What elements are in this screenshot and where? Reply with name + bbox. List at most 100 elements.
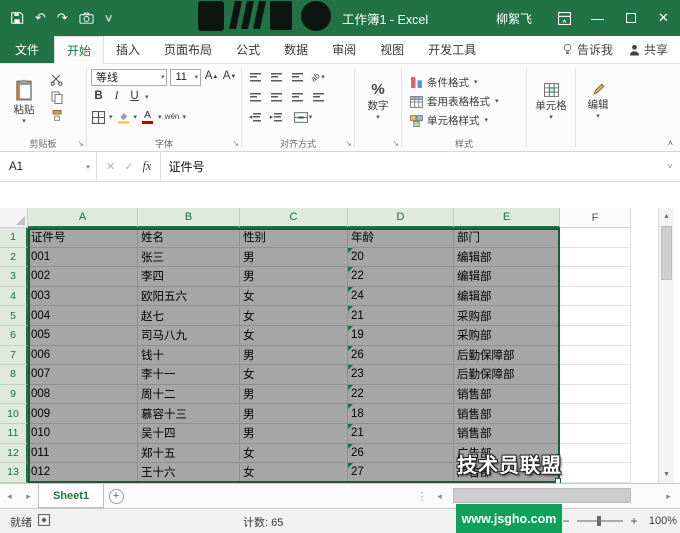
font-name-combo[interactable]: 等线▾ <box>91 69 167 86</box>
cell[interactable] <box>560 444 631 464</box>
wrap-text-icon[interactable] <box>309 89 327 105</box>
cell[interactable] <box>560 267 631 287</box>
cell[interactable] <box>560 463 631 483</box>
cell[interactable]: 钱十 <box>138 346 240 366</box>
ribbon-tab[interactable]: 公式 <box>224 36 272 63</box>
format-as-table-button[interactable]: 套用表格格式▾ <box>405 92 523 111</box>
row-header[interactable]: 2 <box>0 248 28 268</box>
cell[interactable] <box>560 248 631 268</box>
cell-styles-button[interactable]: 单元格样式▾ <box>405 111 523 130</box>
cell[interactable]: 005 <box>28 326 138 346</box>
cell[interactable]: 后勤保障部 <box>454 346 560 366</box>
orientation-icon[interactable]: ab▾ <box>309 69 327 85</box>
cell[interactable]: 郑十五 <box>138 444 240 464</box>
cell[interactable]: 男 <box>240 346 348 366</box>
cell[interactable]: 销售部 <box>454 385 560 405</box>
cell[interactable]: 周十二 <box>138 385 240 405</box>
cell[interactable]: 销售部 <box>454 404 560 424</box>
next-sheet-icon[interactable]: ▸ <box>19 484 38 508</box>
row-header[interactable]: 7 <box>0 346 28 366</box>
scroll-down-icon[interactable]: ▼ <box>659 467 674 482</box>
row-header[interactable]: 12 <box>0 444 28 464</box>
cell[interactable] <box>560 228 631 248</box>
row-header[interactable]: 5 <box>0 306 28 326</box>
cell[interactable]: 21 <box>348 424 454 444</box>
row-header[interactable]: 4 <box>0 287 28 307</box>
cell[interactable]: 慕容十三 <box>138 404 240 424</box>
align-right-icon[interactable] <box>288 89 306 105</box>
cell[interactable] <box>560 385 631 405</box>
save-icon[interactable] <box>10 11 24 25</box>
cell[interactable]: 男 <box>240 385 348 405</box>
column-header[interactable]: B <box>138 208 240 228</box>
cell[interactable]: 女 <box>240 365 348 385</box>
ribbon-tab[interactable]: 页面布局 <box>152 36 224 63</box>
ribbon-tab[interactable]: 插入 <box>104 36 152 63</box>
row-header[interactable]: 11 <box>0 424 28 444</box>
cell[interactable]: 21 <box>348 306 454 326</box>
macro-record-icon[interactable] <box>38 514 50 529</box>
share-button[interactable]: 共享 <box>629 41 668 58</box>
ribbon-tab[interactable]: 开始 <box>54 36 104 64</box>
font-color-icon[interactable]: A <box>140 110 155 125</box>
cell[interactable]: 王十六 <box>138 463 240 483</box>
cell[interactable]: 23 <box>348 365 454 385</box>
underline-button[interactable]: U <box>127 90 142 105</box>
align-center-icon[interactable] <box>267 89 285 105</box>
paste-button[interactable]: 粘贴 ▾ <box>3 67 45 136</box>
new-sheet-button[interactable]: + <box>104 484 128 508</box>
cell[interactable]: 男 <box>240 248 348 268</box>
zoom-level[interactable]: 100% <box>645 515 677 527</box>
cell[interactable] <box>560 287 631 307</box>
cell[interactable]: 女 <box>240 326 348 346</box>
cell[interactable]: 部门 <box>454 228 560 248</box>
cell[interactable]: 年龄 <box>348 228 454 248</box>
cell[interactable]: 001 <box>28 248 138 268</box>
ribbon-tab[interactable]: 视图 <box>368 36 416 63</box>
column-header[interactable]: C <box>240 208 348 228</box>
cell[interactable]: 女 <box>240 306 348 326</box>
font-size-combo[interactable]: 11▾ <box>170 69 201 86</box>
ribbon-tab[interactable]: 数据 <box>272 36 320 63</box>
italic-button[interactable]: I <box>109 90 124 105</box>
column-header[interactable]: E <box>454 208 560 228</box>
scroll-up-icon[interactable]: ▲ <box>659 209 674 224</box>
align-left-icon[interactable] <box>246 89 264 105</box>
merge-center-icon[interactable]: ▾ <box>288 109 318 125</box>
cell[interactable]: 26 <box>348 444 454 464</box>
conditional-formatting-button[interactable]: 条件格式▾ <box>405 73 523 92</box>
ribbon-tab[interactable]: 开发工具 <box>416 36 488 63</box>
tab-file[interactable]: 文件 <box>0 36 54 63</box>
minimize-button[interactable]: — <box>581 0 614 36</box>
cell[interactable]: 吴十四 <box>138 424 240 444</box>
column-header[interactable]: A <box>28 208 138 228</box>
vertical-scrollbar[interactable]: ▲ ▼ <box>658 208 674 483</box>
cell[interactable]: 012 <box>28 463 138 483</box>
insert-function-icon[interactable]: fx <box>142 159 151 174</box>
grow-font-icon[interactable]: A▲ <box>204 70 219 85</box>
cell[interactable]: 19 <box>348 326 454 346</box>
cell[interactable]: 姓名 <box>138 228 240 248</box>
cell[interactable]: 26 <box>348 346 454 366</box>
cell[interactable] <box>560 404 631 424</box>
editing-button[interactable]: 编辑 ▾ <box>579 67 617 136</box>
formula-input[interactable]: 证件号 <box>161 152 660 181</box>
camera-icon[interactable] <box>79 12 94 24</box>
prev-sheet-icon[interactable]: ◂ <box>0 484 19 508</box>
scroll-right-icon[interactable]: ▸ <box>659 491 678 502</box>
cell[interactable]: 003 <box>28 287 138 307</box>
alignment-dialog-launcher[interactable]: ↘ <box>345 140 352 148</box>
row-header[interactable]: 6 <box>0 326 28 346</box>
zoom-slider-thumb[interactable] <box>597 516 601 526</box>
enter-icon[interactable]: ✓ <box>124 160 133 173</box>
cell[interactable]: 司马八九 <box>138 326 240 346</box>
collapse-ribbon-icon[interactable]: ˄ <box>668 138 673 148</box>
horizontal-scrollbar-thumb[interactable] <box>453 488 631 503</box>
row-header[interactable]: 9 <box>0 385 28 405</box>
cell[interactable] <box>560 346 631 366</box>
expand-formula-bar-icon[interactable]: ˅ <box>660 152 680 181</box>
tell-me-button[interactable]: 告诉我 <box>562 41 613 58</box>
cell[interactable]: 27 <box>348 463 454 483</box>
cell[interactable]: 20 <box>348 248 454 268</box>
name-box[interactable]: A1 <box>0 152 80 181</box>
